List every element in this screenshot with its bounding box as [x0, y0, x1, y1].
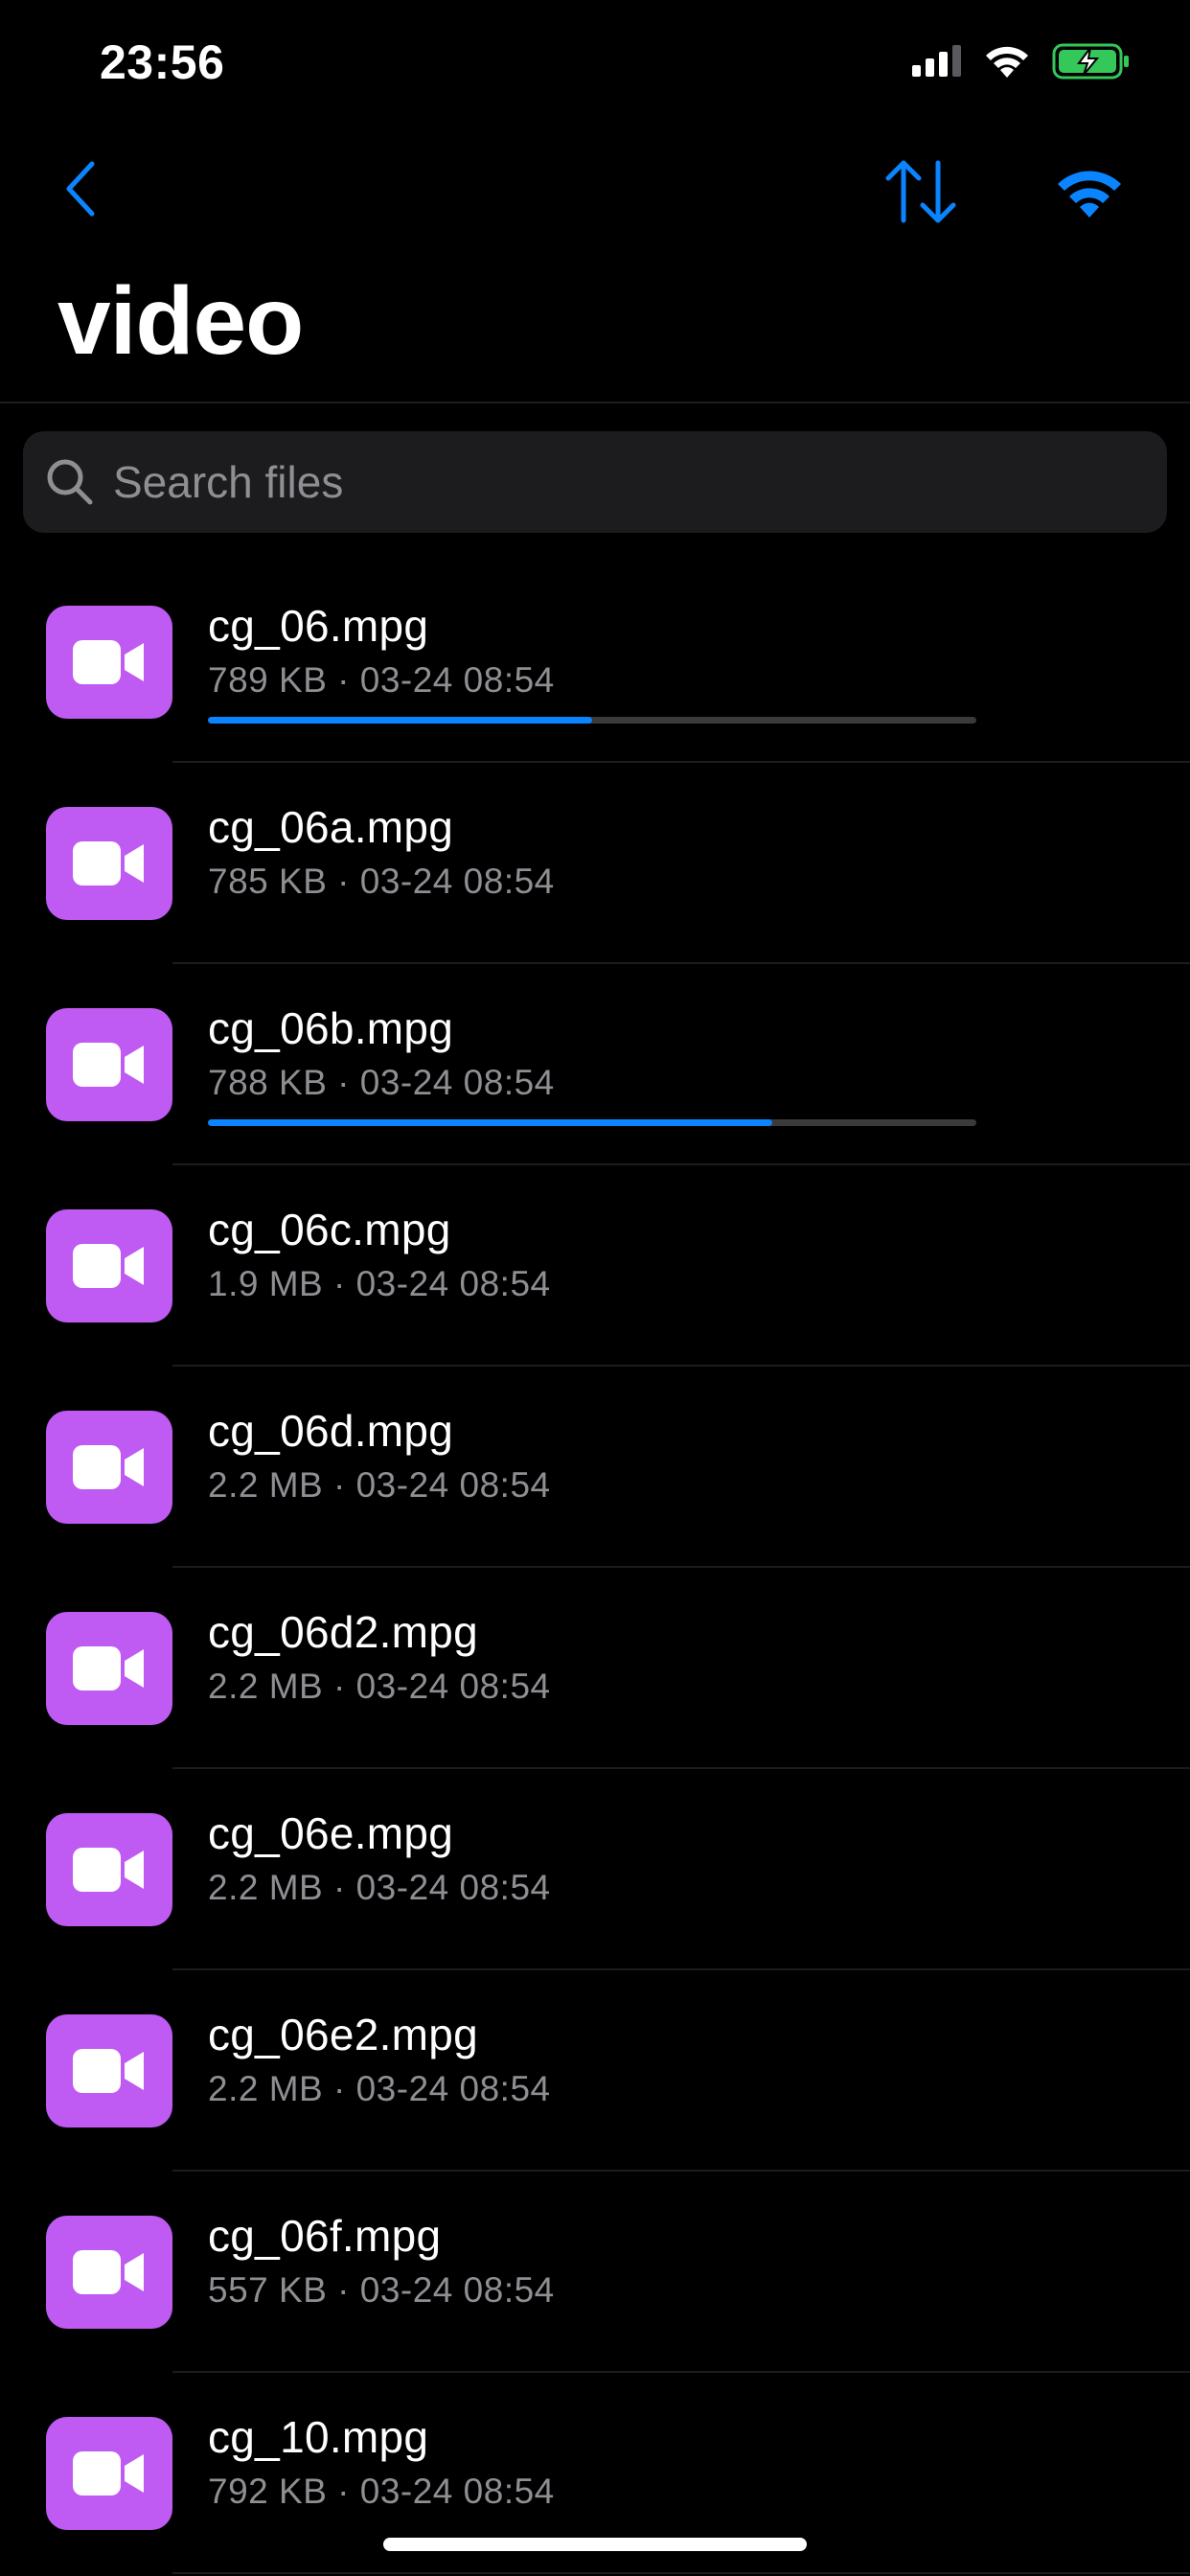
wifi-status-icon	[983, 43, 1031, 84]
wifi-transfer-button[interactable]	[1046, 153, 1133, 230]
file-name: cg_06e2.mpg	[208, 2010, 479, 2059]
download-progress-fill	[208, 1119, 773, 1126]
header-divider	[0, 402, 1190, 403]
file-row[interactable]: cg_06c.mpg 1.9 MB · 03-24 08:54	[0, 1165, 1190, 1367]
row-divider	[172, 2572, 1190, 2574]
status-bar: 23:56	[0, 0, 1190, 134]
video-camera-icon	[73, 1445, 144, 1489]
file-name: cg_06.mpg	[208, 601, 429, 651]
video-camera-icon	[73, 640, 144, 684]
file-name: cg_10.mpg	[208, 2412, 429, 2462]
video-camera-icon	[73, 1244, 144, 1288]
file-name: cg_06f.mpg	[208, 2211, 442, 2261]
video-camera-icon	[73, 2049, 144, 2093]
download-progress-bar	[208, 1119, 976, 1126]
file-name: cg_06d2.mpg	[208, 1607, 479, 1657]
page-title: video	[57, 267, 304, 375]
file-meta: 2.2 MB · 03-24 08:54	[208, 1868, 551, 1907]
battery-charging-icon	[1052, 42, 1131, 85]
file-meta: 785 KB · 03-24 08:54	[208, 862, 555, 901]
video-camera-icon	[73, 841, 144, 886]
file-row[interactable]: cg_06e2.mpg 2.2 MB · 03-24 08:54	[0, 1970, 1190, 2172]
file-row[interactable]: cg_06b.mpg 788 KB · 03-24 08:54	[0, 964, 1190, 1165]
file-meta: 789 KB · 03-24 08:54	[208, 660, 555, 700]
file-row[interactable]: cg_06f.mpg 557 KB · 03-24 08:54	[0, 2172, 1190, 2373]
video-thumbnail	[46, 807, 172, 920]
file-row[interactable]: cg_06e.mpg 2.2 MB · 03-24 08:54	[0, 1769, 1190, 1970]
video-thumbnail	[46, 2216, 172, 2329]
file-list: cg_06.mpg 789 KB · 03-24 08:54 cg_06a.mp…	[0, 562, 1190, 2574]
video-camera-icon	[73, 1646, 144, 1690]
chevron-left-icon	[66, 161, 95, 217]
file-name: cg_06a.mpg	[208, 802, 454, 852]
cellular-signal-icon	[912, 44, 962, 83]
search-input[interactable]	[113, 450, 1129, 514]
search-icon	[47, 459, 93, 505]
sort-arrows-icon	[885, 160, 956, 223]
file-meta: 2.2 MB · 03-24 08:54	[208, 2069, 551, 2108]
download-progress-fill	[208, 717, 592, 724]
file-name: cg_06d.mpg	[208, 1406, 454, 1456]
file-meta: 2.2 MB · 03-24 08:54	[208, 1667, 551, 1706]
file-meta: 792 KB · 03-24 08:54	[208, 2472, 555, 2511]
video-thumbnail	[46, 2014, 172, 2128]
file-meta: 557 KB · 03-24 08:54	[208, 2270, 555, 2310]
file-name: cg_06e.mpg	[208, 1808, 454, 1858]
file-row[interactable]: cg_06a.mpg 785 KB · 03-24 08:54	[0, 763, 1190, 964]
file-row[interactable]: cg_06d.mpg 2.2 MB · 03-24 08:54	[0, 1367, 1190, 1568]
sort-button[interactable]	[880, 153, 962, 230]
video-thumbnail	[46, 1209, 172, 1322]
status-time: 23:56	[100, 35, 225, 89]
video-camera-icon	[73, 2250, 144, 2294]
video-thumbnail	[46, 1411, 172, 1524]
video-thumbnail	[46, 1813, 172, 1926]
back-button[interactable]	[52, 153, 109, 224]
file-meta: 1.9 MB · 03-24 08:54	[208, 1264, 551, 1303]
download-progress-bar	[208, 717, 976, 724]
file-name: cg_06c.mpg	[208, 1205, 451, 1254]
video-camera-icon	[73, 1043, 144, 1087]
video-thumbnail	[46, 1612, 172, 1725]
video-thumbnail	[46, 606, 172, 719]
video-camera-icon	[73, 1848, 144, 1892]
search-bar[interactable]	[23, 431, 1167, 533]
video-thumbnail	[46, 2417, 172, 2530]
file-row[interactable]: cg_06.mpg 789 KB · 03-24 08:54	[0, 562, 1190, 763]
video-camera-icon	[73, 2451, 144, 2496]
wifi-icon	[1058, 171, 1121, 218]
file-meta: 788 KB · 03-24 08:54	[208, 1063, 555, 1102]
home-indicator[interactable]	[383, 2538, 807, 2551]
video-thumbnail	[46, 1008, 172, 1121]
status-icons	[912, 42, 1131, 85]
file-row[interactable]: cg_06d2.mpg 2.2 MB · 03-24 08:54	[0, 1568, 1190, 1769]
file-name: cg_06b.mpg	[208, 1003, 454, 1053]
file-meta: 2.2 MB · 03-24 08:54	[208, 1465, 551, 1505]
